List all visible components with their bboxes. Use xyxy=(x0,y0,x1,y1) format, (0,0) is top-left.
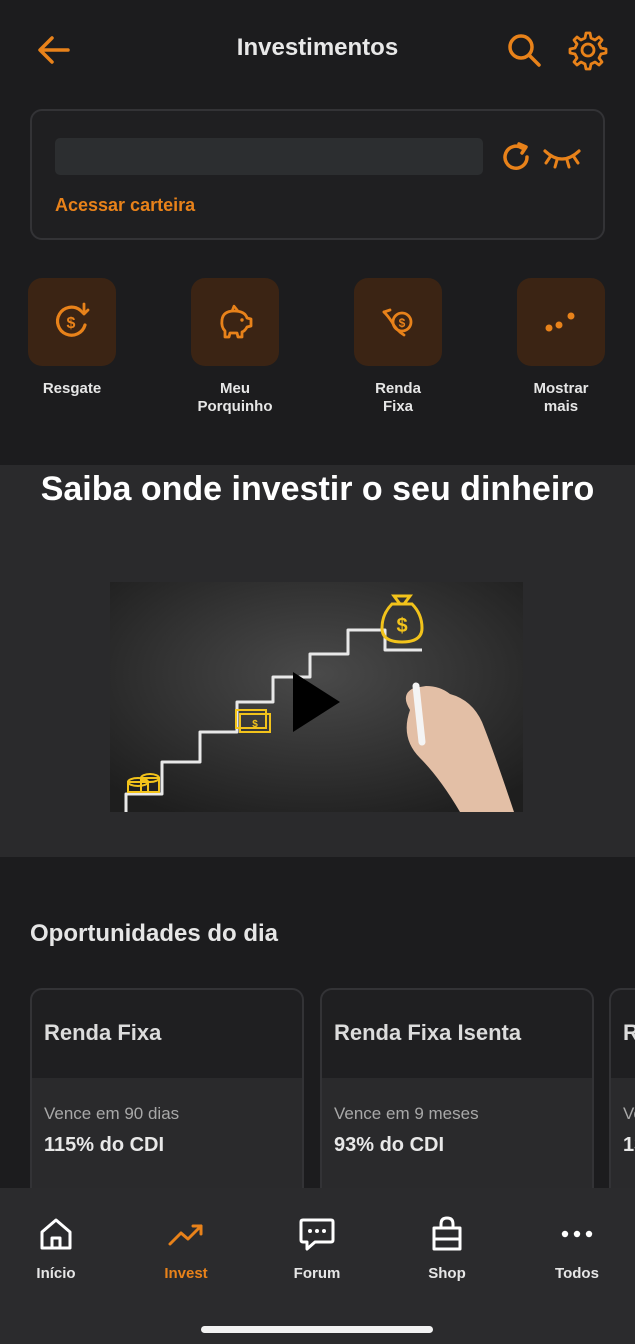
card-rate: 115% do CDI xyxy=(44,1134,165,1156)
shortcut-tile[interactable]: $ xyxy=(354,278,442,366)
shortcut-label: Meu Porquinho xyxy=(197,380,273,415)
shortcut-label: Resgate xyxy=(42,380,102,397)
svg-text:$: $ xyxy=(396,615,407,637)
card-rate: 93% do CDI xyxy=(334,1134,445,1156)
top-bar: Investimentos xyxy=(0,0,635,100)
chat-icon xyxy=(299,1218,335,1251)
shortcut-tile[interactable] xyxy=(191,278,279,366)
card-title: R xyxy=(623,1020,635,1046)
home-indicator[interactable] xyxy=(201,1326,433,1333)
video-player[interactable]: $ $ xyxy=(110,582,523,812)
opportunity-card[interactable]: R Ve 13 xyxy=(609,988,635,1208)
svg-text:$: $ xyxy=(67,315,76,332)
shortcut-renda-fixa[interactable]: $ Renda Fixa xyxy=(338,278,458,416)
shortcut-label: Mostrar mais xyxy=(533,380,589,415)
piggy-bank-icon xyxy=(220,304,253,339)
nav-item-shop[interactable]: Shop xyxy=(402,1212,492,1282)
card-maturity: Vence em 90 dias xyxy=(44,1104,180,1123)
shortcut-meu-porquinho[interactable]: Meu Porquinho xyxy=(175,278,295,416)
video-headline: Saiba onde investir o seu dinheiro xyxy=(40,470,595,508)
home-icon xyxy=(40,1218,72,1250)
hand-coin-icon: $ xyxy=(382,308,413,337)
gear-icon[interactable] xyxy=(563,27,609,73)
svg-text:$: $ xyxy=(252,719,258,730)
nav-item-forum[interactable]: Forum xyxy=(272,1212,362,1282)
eye-closed-icon[interactable] xyxy=(542,143,582,171)
access-wallet-link[interactable]: Acessar carteira xyxy=(55,195,195,216)
shortcut-label: Renda Fixa xyxy=(375,380,421,415)
shopping-bag-icon xyxy=(432,1216,462,1251)
more-horizontal-icon xyxy=(561,1230,593,1238)
video-thumbnail: $ $ xyxy=(110,582,523,812)
video-section: Saiba onde investir o seu dinheiro $ $ xyxy=(0,465,635,857)
nav-item-inicio[interactable]: Início xyxy=(11,1212,101,1282)
money-withdraw-icon: $ xyxy=(55,302,90,337)
nav-label: Todos xyxy=(555,1265,599,1282)
nav-label: Invest xyxy=(164,1265,208,1282)
balance-placeholder xyxy=(55,138,483,175)
opportunities-title: Oportunidades do dia xyxy=(30,920,279,947)
card-rate: 13 xyxy=(623,1134,635,1156)
nav-item-todos[interactable]: Todos xyxy=(532,1212,622,1282)
card-title: Renda Fixa Isenta xyxy=(334,1020,522,1045)
card-maturity: Vence em 9 meses xyxy=(334,1104,479,1123)
trend-up-icon xyxy=(168,1224,203,1246)
shortcut-tile[interactable] xyxy=(517,278,605,366)
nav-label: Início xyxy=(36,1265,76,1282)
card-maturity: Ve xyxy=(623,1104,635,1123)
nav-item-invest[interactable]: Invest xyxy=(141,1212,231,1282)
card-title: Renda Fixa xyxy=(44,1020,162,1045)
search-icon[interactable] xyxy=(502,28,546,72)
shortcut-tile[interactable]: $ xyxy=(28,278,116,366)
shortcut-resgate[interactable]: $ Resgate xyxy=(12,278,132,398)
refresh-icon[interactable] xyxy=(498,139,534,175)
opportunity-card[interactable]: Renda Fixa Isenta Vence em 9 meses 93% d… xyxy=(320,988,594,1208)
nav-label: Shop xyxy=(428,1265,466,1282)
nav-label: Forum xyxy=(293,1265,341,1282)
shortcut-mostrar-mais[interactable]: Mostrar mais xyxy=(501,278,621,416)
svg-text:$: $ xyxy=(399,316,406,330)
bottom-nav: Início Invest Forum Shop Todos xyxy=(0,1188,635,1344)
opportunity-card[interactable]: Renda Fixa Vence em 90 dias 115% do CDI xyxy=(30,988,304,1208)
more-dots-icon xyxy=(545,312,575,332)
wallet-card: Acessar carteira xyxy=(30,109,605,240)
